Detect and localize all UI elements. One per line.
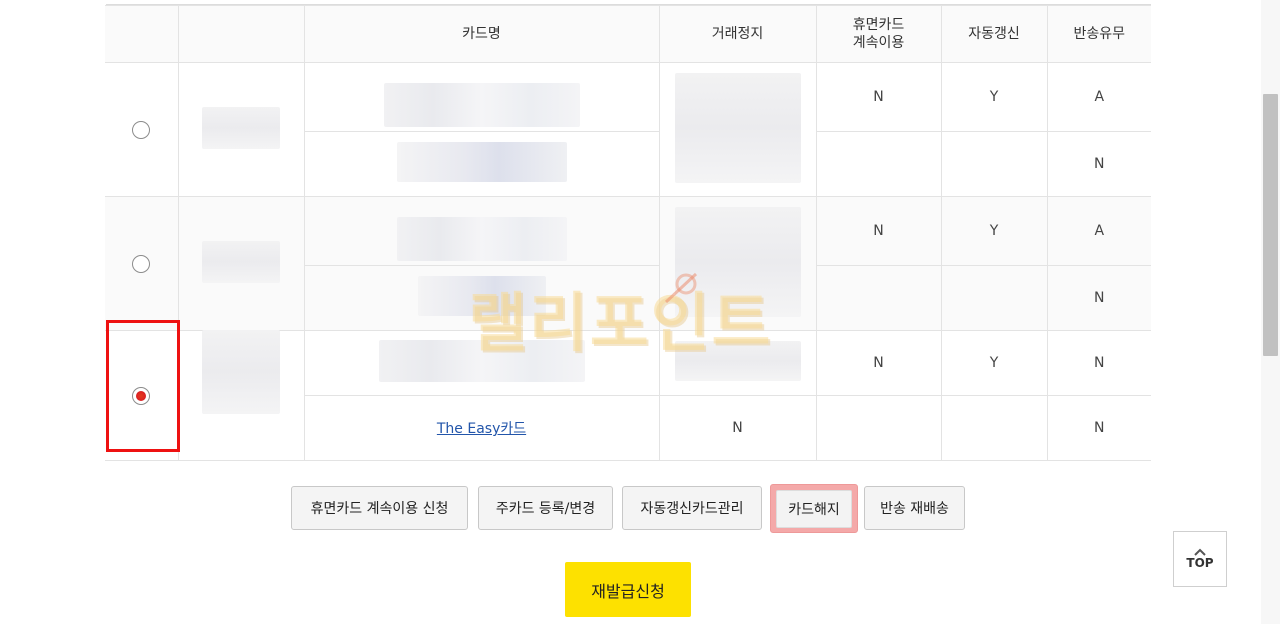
return-cell: A <box>1046 196 1151 266</box>
card-number-cell <box>177 329 305 461</box>
dormant-cell: N <box>815 330 942 396</box>
card-number-cell <box>177 62 305 197</box>
card-name-cell <box>303 330 660 396</box>
select-cell <box>105 330 179 461</box>
card-name-link[interactable]: The Easy카드 <box>437 421 526 437</box>
header-select <box>105 5 179 63</box>
dormant-cell <box>815 395 942 461</box>
auto-renew-cell: Y <box>940 62 1048 132</box>
table-row: N Y A <box>105 62 1151 197</box>
header-dormant-continue-label: 휴면카드 계속이용 <box>852 17 905 51</box>
card-name-cell <box>303 62 660 132</box>
card-select-radio-1[interactable] <box>132 120 151 139</box>
card-cancel-button[interactable]: 카드해지 <box>770 484 858 533</box>
select-cell <box>105 196 179 331</box>
card-select-radio-2[interactable] <box>132 254 151 273</box>
table-row: N Y A <box>105 196 1151 331</box>
top-label: TOP <box>1186 556 1214 570</box>
blurred-card-name <box>396 217 567 261</box>
resend-button[interactable]: 반송 재배송 <box>864 486 965 530</box>
return-cell: N <box>1046 265 1151 331</box>
header-card-name: 카드명 <box>303 5 660 63</box>
trade-stop-cell: N <box>658 395 817 461</box>
dormant-apply-button[interactable]: 휴면카드 계속이용 신청 <box>291 486 468 530</box>
header-return-status: 반송유무 <box>1046 5 1151 63</box>
card-name-cell: The Easy카드 <box>304 395 660 461</box>
card-list-table: 카드명 거래정지 휴면카드 계속이용 자동갱신 반송유무 N Y A N N Y… <box>105 5 1151 461</box>
auto-renew-cell <box>940 265 1048 331</box>
header-dormant-continue: 휴면카드 계속이용 <box>815 5 942 63</box>
dormant-cell: N <box>815 196 942 266</box>
chevron-up-icon <box>1194 548 1206 556</box>
main-card-button[interactable]: 주카드 등록/변경 <box>478 486 613 530</box>
header-trade-stop: 거래정지 <box>658 5 817 63</box>
trade-stop-cell <box>658 330 817 396</box>
select-cell <box>105 62 179 197</box>
blurred-trade-stop <box>674 72 801 183</box>
trade-stop-cell <box>658 62 817 197</box>
dormant-cell: N <box>815 62 942 132</box>
header-card-number <box>177 5 305 63</box>
auto-renew-cell <box>940 131 1048 197</box>
card-name-cell <box>303 196 660 266</box>
return-cell: N <box>1046 395 1151 461</box>
auto-renew-cell: Y <box>940 330 1048 396</box>
dormant-cell <box>815 265 942 331</box>
table-header-row: 카드명 거래정지 휴면카드 계속이용 자동갱신 반송유무 <box>105 5 1151 63</box>
return-cell: A <box>1046 62 1151 132</box>
scroll-top-button[interactable]: TOP <box>1173 531 1227 587</box>
card-select-radio-3[interactable] <box>132 386 151 405</box>
card-cancel-label: 카드해지 <box>776 489 852 528</box>
header-auto-renew: 자동갱신 <box>940 5 1048 63</box>
blurred-card-number <box>202 106 280 149</box>
card-name-cell <box>304 131 660 197</box>
dormant-cell <box>815 131 942 197</box>
trade-stop-cell <box>658 196 817 331</box>
blurred-trade-stop <box>674 206 801 317</box>
auto-renew-cell: Y <box>940 196 1048 266</box>
scrollbar-thumb[interactable] <box>1263 94 1278 356</box>
auto-renew-cell <box>940 395 1048 461</box>
card-number-cell <box>177 196 305 331</box>
blurred-trade-stop <box>674 341 801 381</box>
action-button-row: 휴면카드 계속이용 신청 주카드 등록/변경 자동갱신카드관리 카드해지 반송 … <box>0 484 1280 533</box>
blurred-card-name <box>417 276 546 316</box>
auto-renew-manage-button[interactable]: 자동갱신카드관리 <box>622 486 762 530</box>
return-cell: N <box>1046 330 1151 396</box>
reissue-button[interactable]: 재발급신청 <box>565 562 691 617</box>
return-cell: N <box>1046 131 1151 197</box>
table-row: N Y N <box>105 329 1151 461</box>
blurred-card-number <box>202 240 280 283</box>
blurred-card-name <box>378 340 585 382</box>
card-name-cell <box>304 265 660 331</box>
blurred-card-name <box>383 83 580 127</box>
blurred-card-number <box>202 329 280 414</box>
blurred-card-name <box>396 142 567 182</box>
